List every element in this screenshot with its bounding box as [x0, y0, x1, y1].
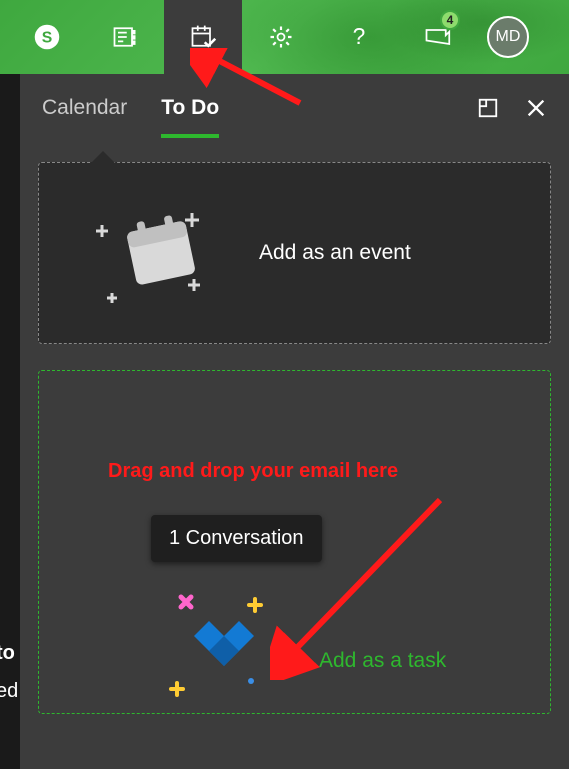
skype-icon[interactable]: S — [8, 0, 86, 74]
help-icon[interactable]: ? — [320, 0, 398, 74]
svg-text:S: S — [42, 29, 53, 46]
left-sliver: to ed — [0, 74, 20, 769]
add-event-label: Add as an event — [259, 241, 411, 265]
tabs: Calendar To Do — [20, 74, 569, 138]
close-icon[interactable] — [525, 97, 547, 124]
annotation-drag-hint: Drag and drop your email here — [108, 460, 398, 483]
tab-calendar[interactable]: Calendar — [42, 96, 127, 138]
calendar-task-icon[interactable] — [164, 0, 242, 74]
sliver-text: to ed — [0, 634, 18, 710]
add-task-label: Add as a task — [319, 649, 446, 673]
calendar-sparkle-icon — [39, 193, 259, 313]
user-avatar[interactable]: MD — [487, 16, 529, 58]
add-event-dropzone[interactable]: Add as an event — [38, 162, 551, 344]
settings-gear-icon[interactable] — [242, 0, 320, 74]
notification-badge: 4 — [440, 10, 460, 30]
svg-text:?: ? — [353, 23, 366, 49]
app-header: S ? 4 MD — [0, 0, 569, 74]
add-task-dropzone[interactable]: 1 Conversation A — [38, 370, 551, 714]
onenote-feed-icon[interactable] — [86, 0, 164, 74]
my-day-panel: Calendar To Do — [20, 74, 569, 769]
task-sparkle-icon — [159, 591, 289, 706]
avatar-wrap: MD — [476, 0, 540, 74]
dock-icon[interactable] — [477, 97, 499, 124]
drag-chip: 1 Conversation — [151, 515, 322, 562]
pointer-caret — [91, 151, 115, 163]
tab-todo[interactable]: To Do — [161, 96, 219, 138]
feedback-icon[interactable]: 4 — [398, 0, 476, 74]
